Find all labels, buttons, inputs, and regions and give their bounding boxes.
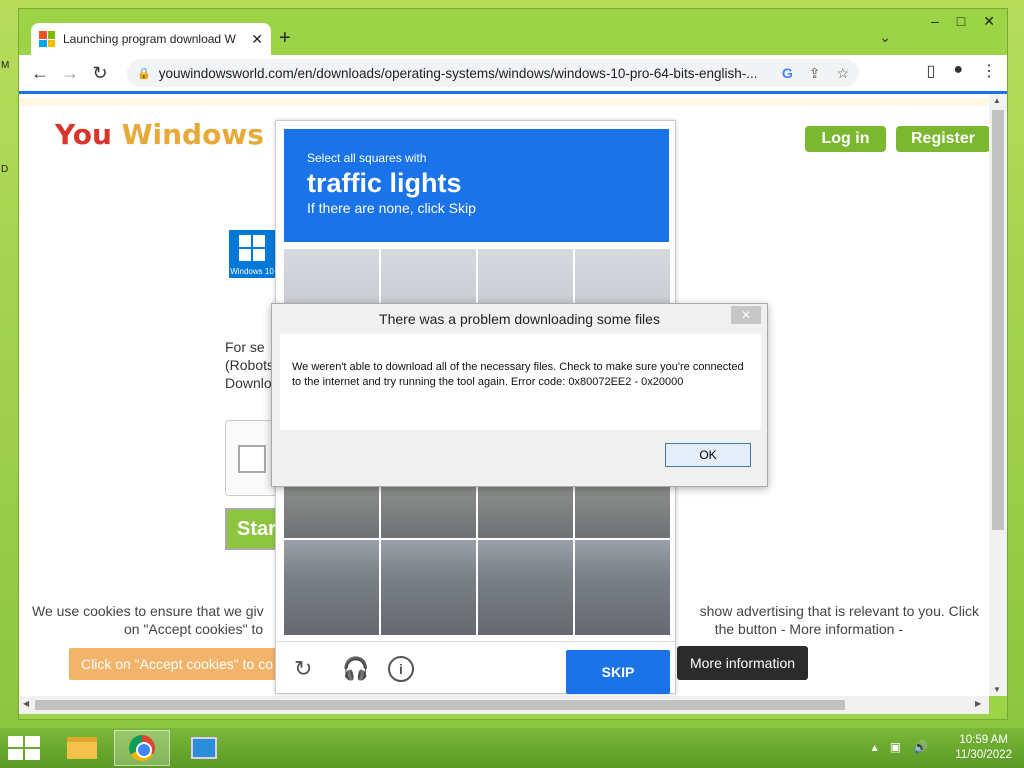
description-line: (Robots [225,357,275,373]
folder-icon [67,737,97,759]
vertical-scrollbar[interactable]: ▲ ▼ [989,94,1007,696]
window-controls: – □ ✕ [931,13,995,30]
scroll-right-icon[interactable]: ▶ [975,699,981,708]
minimize-button[interactable]: – [931,13,939,30]
captcha-target: traffic lights [307,168,462,198]
recaptcha-checkbox[interactable] [238,445,266,473]
windows10-label: Windows 10 [230,267,274,276]
taskbar-media-tool[interactable] [176,730,232,766]
description-line: Downlo [225,375,272,391]
maximize-button[interactable]: □ [957,13,965,30]
network-icon[interactable]: ▣ [890,740,901,754]
tab-close-icon[interactable]: ✕ [251,31,263,48]
volume-icon[interactable]: 🔊 [913,740,928,754]
description-line: For se [225,339,265,355]
horizontal-scrollbar[interactable]: ◀ ▶ [19,696,989,714]
refresh-icon[interactable]: ↻ [294,656,312,682]
captcha-hint: If there are none, click Skip [307,200,476,216]
tray-chevron-icon[interactable]: ▴ [872,740,878,754]
profile-avatar-icon[interactable]: ● [953,61,963,81]
hscroll-thumb[interactable] [35,700,845,710]
new-tab-button[interactable]: + [279,27,291,50]
captcha-instruction: Select all squares with [307,151,427,165]
cookie-text: the button - More information - [714,621,903,637]
accept-cookies-button[interactable]: Click on "Accept cookies" to co [69,648,279,680]
login-button[interactable]: Log in [805,126,886,152]
start-button[interactable] [8,736,40,760]
dialog-message: We weren't able to download all of the n… [280,334,761,430]
windows10-logo: Windows 10 [229,230,275,278]
chrome-icon [129,735,155,761]
lock-icon[interactable]: 🔒 [137,67,151,80]
headphones-icon[interactable]: 🎧 [342,656,369,682]
reload-icon[interactable]: ↻ [85,63,115,84]
cookie-text: on "Accept cookies" to [124,621,264,637]
tab-search-chevron-icon[interactable]: ⌄ [879,29,891,46]
info-icon[interactable]: i [388,656,414,682]
scroll-up-icon[interactable]: ▲ [993,96,1001,105]
captcha-tile[interactable] [381,540,476,635]
captcha-tile[interactable] [284,540,379,635]
share-icon[interactable]: ⇪ [809,65,821,82]
clock[interactable]: 10:59 AM 11/30/2022 [955,733,1012,763]
captcha-footer: ↻ 🎧 i SKIP [276,641,675,694]
browser-tab[interactable]: Launching program download W ✕ [31,23,271,55]
browser-toolbar: ← → ↻ 🔒 youwindowsworld.com/en/downloads… [19,55,1007,91]
google-icon[interactable]: G [782,65,793,82]
windows-icon [239,235,265,261]
address-bar[interactable]: 🔒 youwindowsworld.com/en/downloads/opera… [127,59,859,87]
error-dialog: There was a problem downloading some fil… [271,303,768,487]
desktop-icon-label: D [1,164,9,175]
more-information-button[interactable]: More information [677,646,808,680]
taskbar-chrome[interactable] [114,730,170,766]
ok-button[interactable]: OK [665,443,751,467]
description-text: For se (Robots Downlo [225,338,274,392]
address-url[interactable]: youwindowsworld.com/en/downloads/operati… [159,66,772,81]
captcha-tile[interactable] [478,540,573,635]
dialog-close-button[interactable]: ✕ [731,306,761,324]
back-arrow-icon[interactable]: ← [25,63,55,84]
side-panel-icon[interactable]: ▯ [927,61,936,81]
windows-favicon-icon [39,31,55,47]
cookie-text: show advertising that is relevant to you… [699,603,979,619]
bookmark-star-icon[interactable]: ☆ [836,65,849,82]
cookie-text: We use cookies to ensure that we giv [32,603,264,619]
logo-text-windows: Windows [121,118,264,151]
scroll-left-icon[interactable]: ◀ [23,699,29,708]
system-tray: ▴ ▣ 🔊 [872,740,928,754]
taskbar: ▴ ▣ 🔊 10:59 AM 11/30/2022 [0,728,1024,768]
logo-text-you: You [55,118,112,151]
scroll-down-icon[interactable]: ▼ [993,685,1001,694]
skip-button[interactable]: SKIP [566,650,670,694]
page-top-strip [19,98,989,106]
desktop-icon-label: M [1,60,10,71]
clock-date: 11/30/2022 [955,749,1012,761]
clock-time: 10:59 AM [959,734,1008,746]
site-logo[interactable]: You Windows [55,118,264,151]
captcha-header: Select all squares with traffic lights I… [284,129,669,242]
close-window-button[interactable]: ✕ [983,13,995,30]
media-creation-tool-icon [191,737,217,759]
dialog-title: There was a problem downloading some fil… [379,311,660,327]
captcha-tile[interactable] [575,540,670,635]
scroll-thumb[interactable] [992,110,1004,530]
register-button[interactable]: Register [896,126,989,152]
taskbar-file-explorer[interactable] [54,730,110,766]
menu-kebab-icon[interactable]: ⋮ [981,61,997,81]
forward-arrow-icon[interactable]: → [55,63,85,84]
tab-title: Launching program download W [63,32,236,46]
